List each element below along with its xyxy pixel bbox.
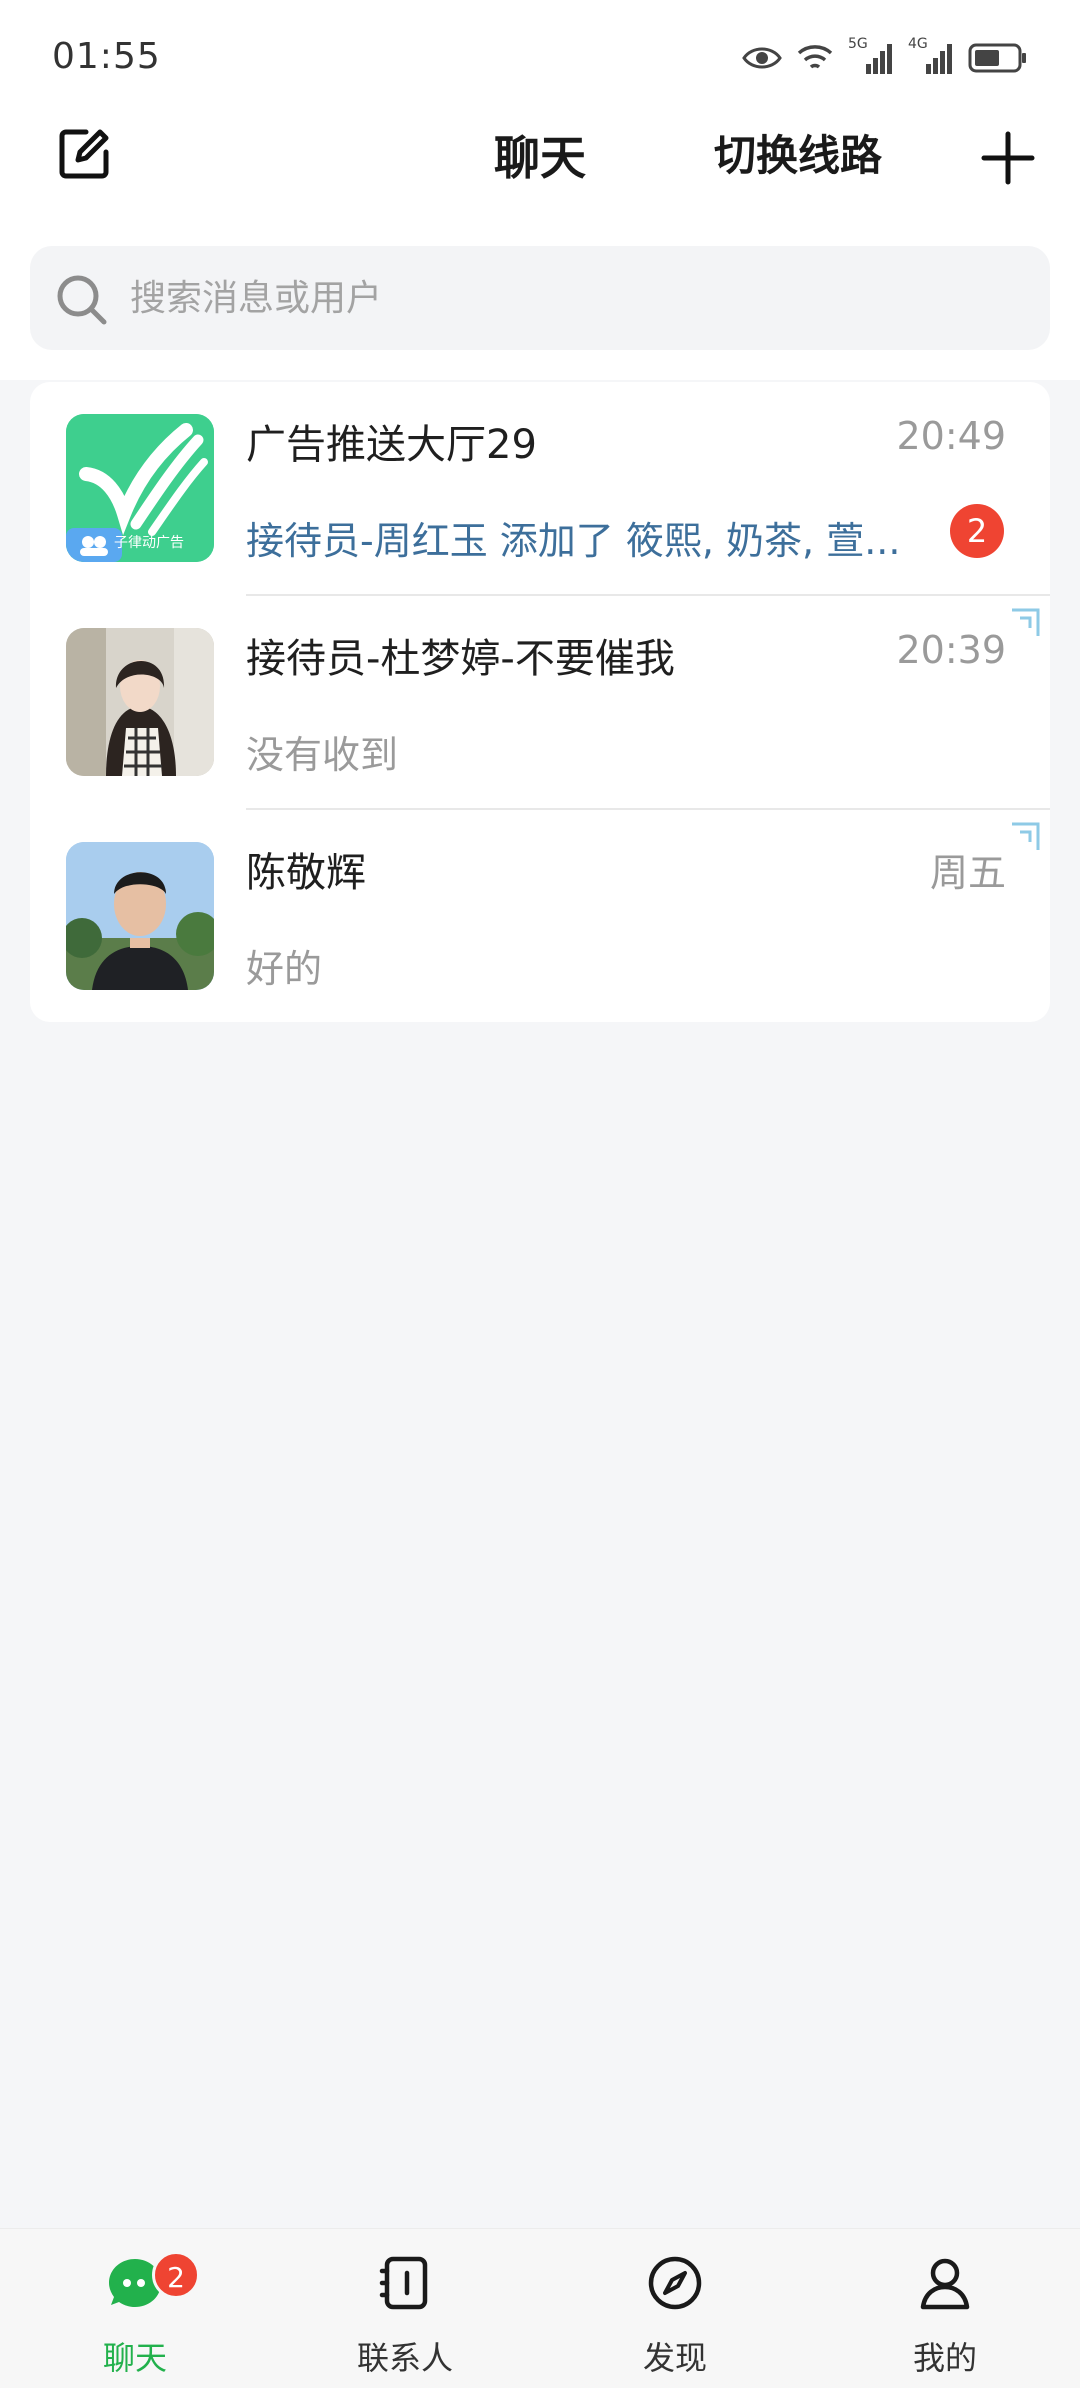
chat-name: 接待员-杜梦婷-不要催我 [246,636,675,682]
battery-icon [968,42,1028,74]
tab-contacts[interactable]: 联系人 [270,2229,540,2388]
status-time: 01:55 [52,36,161,77]
user-avatar [66,628,214,776]
page-title: 聊天 [494,131,586,185]
user-avatar [66,842,214,990]
chat-time: 20:39 [896,628,1006,672]
search-section [0,240,1080,380]
tab-label: 发现 [642,2339,707,2377]
chat-name: 陈敬辉 [246,850,366,896]
search-input[interactable] [130,272,1010,324]
search-icon [54,272,110,328]
chat-preview: 接待员-周红玉 添加了 筱熙, 奶茶, 萱... [246,519,901,563]
tab-label: 联系人 [356,2339,453,2377]
chat-time: 周五 [929,851,1006,895]
search-bar[interactable] [30,246,1050,350]
chat-preview: 好的 [246,947,323,991]
chat-time: 20:49 [896,414,1006,458]
bottom-tab-bar: 2 聊天 联系人 发现 我的 [0,2228,1080,2388]
tab-label: 聊天 [102,2339,167,2377]
signal-5g-label: 5G [848,36,868,52]
signal-4g-label: 4G [908,36,928,52]
status-icons: 5G 4G [742,36,1028,78]
eye-icon [742,45,782,71]
chat-row-chen-jinghui[interactable]: 陈敬辉 周五 好的 [30,810,1050,1022]
top-header: 聊天 切换线路 [0,110,1080,240]
avatar-brand-text: 子律动广告 [114,535,184,551]
tab-discover[interactable]: 发现 [540,2229,810,2388]
tab-chat[interactable]: 2 聊天 [0,2229,270,2388]
tab-unread-badge: 2 [152,2251,200,2299]
chat-row-du-mengting[interactable]: 接待员-杜梦婷-不要催我 20:39 没有收到 [30,596,1050,810]
wifi-icon [796,42,834,74]
unread-badge: 2 [950,504,1004,558]
contacts-icon [377,2255,433,2311]
chat-row-ad-hall[interactable]: 子律动广告 广告推送大厅29 20:49 接待员-周红玉 添加了 筱熙, 奶茶,… [30,382,1050,596]
chat-preview: 没有收到 [246,733,399,777]
signal-5g-icon: 5G [848,36,894,76]
group-avatar: 子律动广告 [66,414,214,562]
chat-name: 广告推送大厅29 [246,422,537,468]
status-bar: 01:55 5G 4G [0,0,1080,110]
compass-icon [647,2255,703,2311]
chat-list: 子律动广告 广告推送大厅29 20:49 接待员-周红玉 添加了 筱熙, 奶茶,… [30,382,1050,1022]
pin-corner-icon [1008,606,1042,640]
profile-icon [917,2255,973,2311]
tab-label: 我的 [912,2339,977,2377]
switch-route-button[interactable]: 切换线路 [714,122,882,183]
tab-profile[interactable]: 我的 [810,2229,1080,2388]
pin-corner-icon [1008,820,1042,854]
plus-icon[interactable] [980,130,1036,186]
signal-4g-icon: 4G [908,36,954,76]
